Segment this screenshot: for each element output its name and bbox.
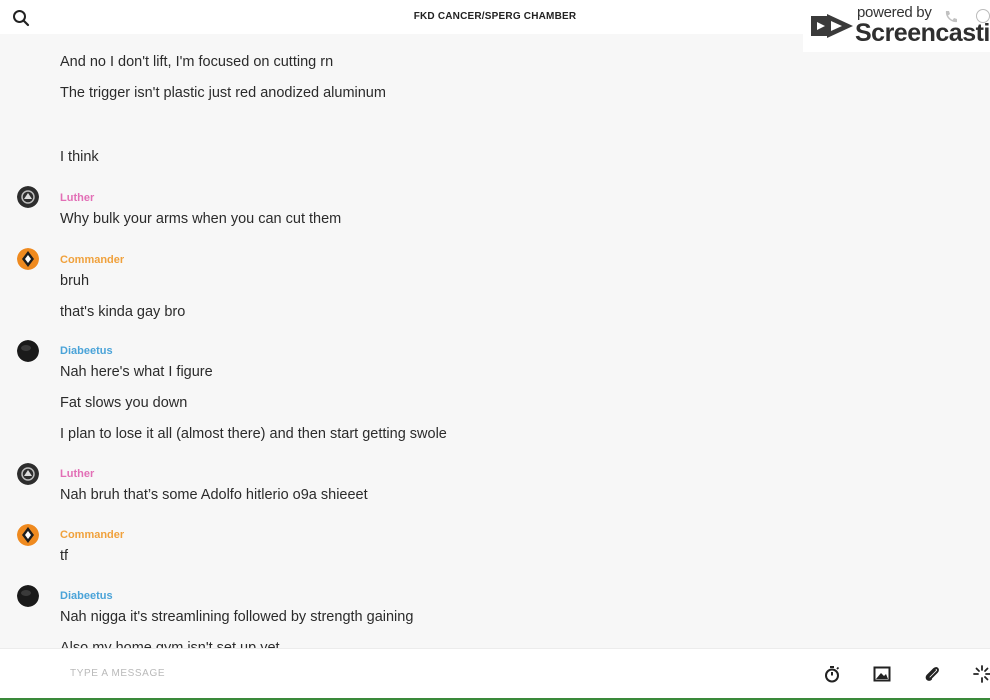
message-text: And no I don't lift, I'm focused on cutt… [60,54,334,70]
avatar-diabeetus[interactable] [17,585,39,607]
message-text: Nah here's what I figure [60,364,213,380]
avatar-luther[interactable] [17,463,39,485]
phone-icon[interactable] [943,9,959,25]
message-text: that's kinda gay bro [60,304,186,320]
message-text: Also my home gym isn't set up yet [60,640,280,648]
message-text: Nah nigga it's streamlining followed by … [60,609,414,625]
sparkle-icon[interactable] [972,664,990,684]
paperclip-icon[interactable] [922,664,942,684]
screencastify-logo [811,14,853,38]
message-text: tf [60,548,69,564]
message-author[interactable]: Commander [60,529,124,541]
avatar-diabeetus[interactable] [17,340,39,362]
message-author[interactable]: Luther [60,468,94,480]
message-text: The trigger isn't plastic just red anodi… [60,85,386,101]
avatar-luther[interactable] [17,186,39,208]
message-author[interactable]: Diabeetus [60,345,113,357]
screencastify-watermark: powered by Screencastify [803,0,990,52]
message-text: Nah bruh that’s some Adolfo hitlerio o9a… [60,487,368,503]
message-author[interactable]: Commander [60,254,124,266]
message-author[interactable]: Luther [60,192,94,204]
message-text: bruh [60,273,90,289]
message-list[interactable]: And no I don't lift, I'm focused on cutt… [0,34,990,648]
message-text: Fat slows you down [60,395,188,411]
info-icon[interactable] [976,9,990,23]
composer-bar [0,648,990,698]
avatar-commander[interactable] [17,524,39,546]
watermark-brand: Screencastify [855,19,990,47]
avatar-commander[interactable] [17,248,39,270]
message-input[interactable] [68,667,572,680]
message-text: Why bulk your arms when you can cut them [60,211,342,227]
message-text: I think [60,149,99,165]
timer-icon[interactable] [822,664,842,684]
message-author[interactable]: Diabeetus [60,590,113,602]
image-icon[interactable] [872,664,892,684]
message-text: I plan to lose it all (almost there) and… [60,426,447,442]
